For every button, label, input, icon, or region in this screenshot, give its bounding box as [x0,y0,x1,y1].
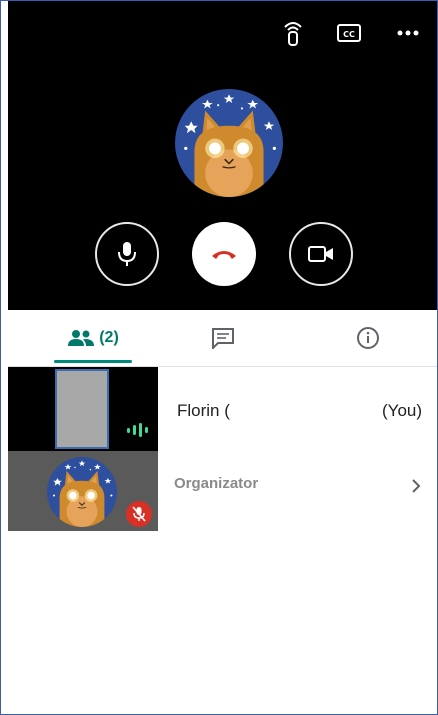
self-name: Florin ( [177,401,230,420]
captions-icon[interactable]: CC [335,19,363,47]
self-video-preview [55,369,109,449]
self-video-tile[interactable] [8,367,158,451]
panel-tabs: (2) [8,310,437,367]
tab-chat[interactable] [198,310,248,366]
live-stream-icon[interactable] [279,19,307,47]
organizer-role: Organizator [174,475,259,492]
more-icon[interactable] [394,19,422,47]
svg-text:CC: CC [343,30,355,39]
call-area: CC [8,1,437,310]
tab-people[interactable]: (2) [54,310,132,366]
info-icon [357,327,379,349]
tab-info[interactable] [343,310,393,366]
active-tab-indicator [54,360,132,363]
organizer-video-tile[interactable] [8,451,158,531]
muted-mic-icon [126,501,152,527]
audio-level-icon [126,423,150,442]
microphone-button[interactable] [95,222,159,286]
end-call-button[interactable] [192,222,256,286]
camera-button[interactable] [289,222,353,286]
organizer-avatar [47,457,117,527]
people-icon [68,330,95,346]
chevron-right-icon[interactable] [411,479,421,498]
microphone-icon [118,242,136,266]
people-count: (2) [99,329,119,346]
participant-avatar [175,89,283,197]
self-tag: (You) [382,401,423,420]
chat-icon [212,328,234,349]
end-call-icon [212,251,236,259]
camera-icon [308,246,333,262]
meeting-window: CC (2) Florin ((You) Organizator [0,0,438,715]
